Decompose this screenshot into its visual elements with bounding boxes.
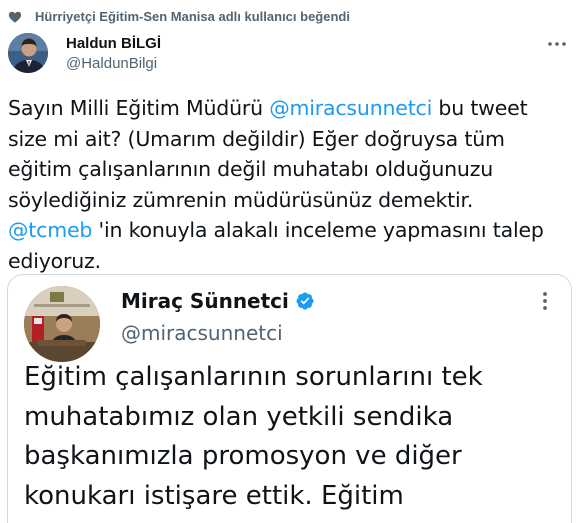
author-handle[interactable]: @HaldunBilgi [66, 55, 157, 72]
quoted-tweet-text: Eğitim çalışanlarının sorunlarını tek mu… [24, 358, 564, 516]
tweet-page: Hürriyetçi Eğitim-Sen Manisa adlı kullan… [0, 0, 577, 523]
more-dots-icon [548, 42, 566, 46]
quoted-author-name[interactable]: Miraç Sünnetci [121, 289, 289, 313]
quoted-line: muhatabımız olan yetkili sendika [24, 401, 454, 432]
author-avatar[interactable] [8, 33, 48, 73]
quoted-author-avatar[interactable] [24, 286, 100, 362]
tweet-line: @tcmeb 'in konuyla alakalı inceleme yapm… [8, 215, 568, 246]
tweet-line: ediyoruz. [8, 248, 101, 273]
tweet-text: Sayın Milli Eğitim Müdürü @miracsunnetci… [8, 93, 568, 276]
author-avatar-image [8, 33, 48, 73]
tweet-text-segment: 'in konuyla alakalı inceleme yapmasını t… [92, 218, 544, 242]
verified-badge-icon [296, 292, 314, 310]
more-options-button[interactable] [547, 34, 567, 54]
social-context-text: Hürriyetçi Eğitim-Sen Manisa adlı kullan… [35, 9, 350, 24]
more-dots-vertical-icon [543, 292, 547, 310]
tweet-text-segment: bu tweet [432, 96, 528, 120]
author-name[interactable]: Haldun BİLGİ [66, 35, 161, 52]
tweet-line: size mi ait? (Umarım değildir) Eğer doğr… [8, 126, 505, 151]
quoted-line: başkanımızla promosyon ve diğer [24, 441, 462, 471]
quoted-author-handle[interactable]: @miracsunnetci [121, 321, 283, 345]
quoted-tweet-card[interactable]: Miraç Sünnetci @miracsunnetci Eğitim çal… [7, 274, 572, 523]
mention-link[interactable]: @miracsunnetci [269, 96, 432, 120]
quoted-line: konukarı istişare ettik. Eğitim [24, 480, 404, 511]
quoted-line: Eğitim çalışanlarının sorunlarını tek [24, 362, 483, 392]
quoted-author-row[interactable]: Miraç Sünnetci [121, 289, 315, 313]
heart-icon [8, 11, 22, 23]
tweet-text-segment: Sayın Milli Eğitim Müdürü [8, 96, 270, 120]
tweet-line: eğitim çalışanlarının değil muhatabı old… [8, 157, 494, 181]
tweet-line: Sayın Milli Eğitim Müdürü @miracsunnetci… [8, 93, 568, 124]
social-context[interactable]: Hürriyetçi Eğitim-Sen Manisa adlı kullan… [8, 9, 350, 24]
tweet-line: söylediğiniz zümrenin müdürüsünüz demekt… [8, 187, 474, 212]
quoted-avatar-image [24, 286, 100, 362]
quoted-more-options-button[interactable] [535, 289, 555, 313]
mention-link[interactable]: @tcmeb [8, 218, 92, 242]
